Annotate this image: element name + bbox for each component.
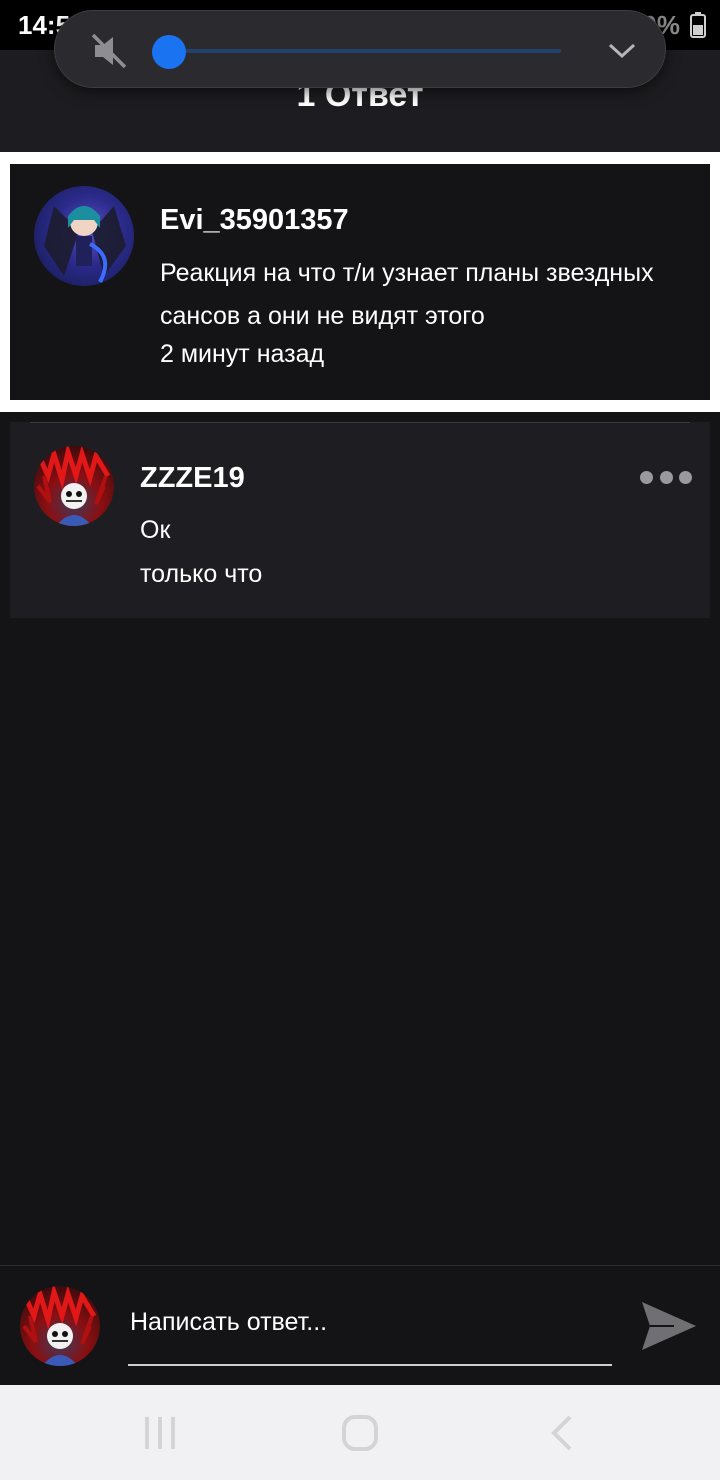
my-avatar <box>20 1286 100 1366</box>
volume-panel <box>54 10 666 88</box>
back-icon[interactable] <box>544 1413 584 1453</box>
comment-text: Реакция на что т/и узнает планы звездных… <box>160 259 654 330</box>
battery-icon <box>690 12 706 38</box>
parent-comment-body: Evi_35901357 Реакция на что т/и узнает п… <box>10 164 710 400</box>
volume-thumb[interactable] <box>152 35 186 69</box>
more-dot-icon <box>640 470 653 484</box>
home-icon[interactable] <box>340 1413 380 1453</box>
parent-comment: Evi_35901357 Реакция на что т/и узнает п… <box>0 152 720 412</box>
avatar[interactable] <box>34 186 134 286</box>
chevron-down-icon[interactable] <box>607 37 637 63</box>
reply-composer: Написать ответ... <box>0 1265 720 1385</box>
reply-author[interactable]: ZZZE19 <box>140 462 245 495</box>
reply-item: ZZZE19 Ок только что <box>10 422 710 618</box>
avatar-image <box>44 206 126 283</box>
reply-time: только что <box>140 560 263 588</box>
comment-time: 2 минут назад <box>160 340 325 368</box>
recent-apps-icon[interactable] <box>140 1413 180 1453</box>
volume-slider[interactable] <box>152 35 561 69</box>
avatar[interactable] <box>34 446 114 526</box>
avatar-image <box>36 446 111 526</box>
reply-input-placeholder: Написать ответ... <box>130 1308 328 1336</box>
send-icon[interactable] <box>640 1298 698 1354</box>
comment-author[interactable]: Evi_35901357 <box>160 204 349 237</box>
reply-text: Ок <box>140 516 171 544</box>
app-screen: 14:51 50% <box>0 0 720 1480</box>
more-dot-icon <box>659 470 673 484</box>
divider <box>30 422 690 423</box>
speaker-muted-icon[interactable] <box>91 33 129 69</box>
more-options-button[interactable] <box>640 466 692 488</box>
more-dot-icon <box>679 470 692 484</box>
reply-input[interactable]: Написать ответ... <box>128 1296 612 1366</box>
avatar-image <box>22 1286 97 1366</box>
system-nav-bar <box>0 1385 720 1480</box>
